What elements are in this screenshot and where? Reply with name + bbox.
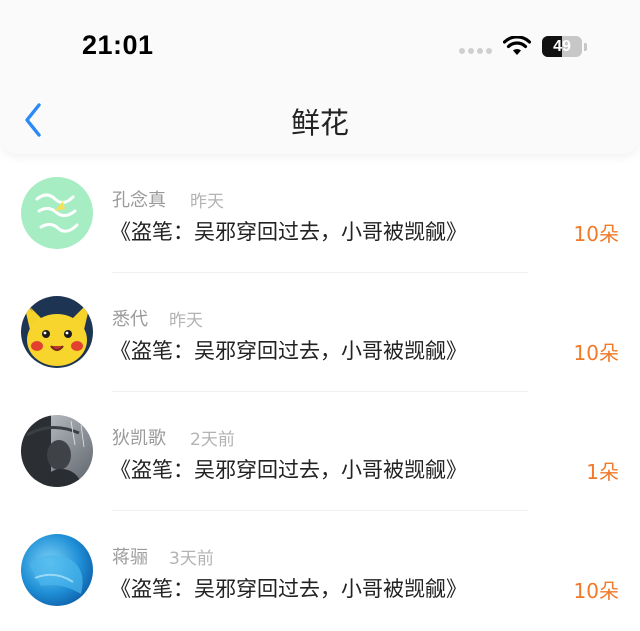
list-item[interactable]: 悉代 昨天 《盗笔：吴邪穿回过去，小哥被觊觎》 10朵 xyxy=(0,273,640,392)
timestamp: 3天前 xyxy=(169,549,214,569)
battery-percent: 49 xyxy=(553,38,571,55)
pikachu-avatar xyxy=(21,296,93,368)
sender-name: 悉代 xyxy=(112,309,148,330)
avatar[interactable] xyxy=(21,177,93,249)
book-title[interactable]: 《盗笔：吴邪穿回过去，小哥被觊觎》 xyxy=(110,216,467,246)
cellular-signal-icon xyxy=(459,48,492,54)
flower-count: 1朵 xyxy=(586,460,619,484)
timestamp: 昨天 xyxy=(169,311,203,331)
status-time: 21:01 xyxy=(82,30,154,60)
book-title[interactable]: 《盗笔：吴邪穿回过去，小哥被觊觎》 xyxy=(110,454,467,484)
timestamp: 昨天 xyxy=(190,192,224,212)
sender-name: 蒋骊 xyxy=(112,547,148,568)
timestamp: 2天前 xyxy=(190,430,235,450)
page-title: 鲜花 xyxy=(290,106,349,140)
list-item[interactable]: 蒋骊 3天前 《盗笔：吴邪穿回过去，小哥被觊觎》 10朵 xyxy=(0,511,640,630)
blue-avatar xyxy=(21,534,93,606)
flower-count: 10朵 xyxy=(573,341,619,365)
mint-avatar xyxy=(21,177,93,249)
book-title[interactable]: 《盗笔：吴邪穿回过去，小哥被觊觎》 xyxy=(110,573,467,603)
list-item[interactable]: 狄凯歌 2天前 《盗笔：吴邪穿回过去，小哥被觊觎》 1朵 xyxy=(0,392,640,511)
list-item[interactable]: 孔念真 昨天 《盗笔：吴邪穿回过去，小哥被觊觎》 10朵 xyxy=(0,154,640,273)
rain-portrait-avatar xyxy=(21,415,93,487)
avatar[interactable] xyxy=(21,296,93,368)
top-bar: 21:01 49 鲜花 xyxy=(0,0,640,154)
avatar[interactable] xyxy=(21,415,93,487)
book-title[interactable]: 《盗笔：吴邪穿回过去，小哥被觊觎》 xyxy=(110,335,467,365)
flower-list: 孔念真 昨天 《盗笔：吴邪穿回过去，小哥被觊觎》 10朵 悉代 昨天 《盗笔：吴… xyxy=(0,154,640,630)
flower-count: 10朵 xyxy=(573,222,619,246)
sender-name: 狄凯歌 xyxy=(112,428,166,449)
flower-count: 10朵 xyxy=(573,579,619,603)
wifi-icon xyxy=(503,36,531,55)
avatar[interactable] xyxy=(21,534,93,606)
battery-cap xyxy=(584,43,587,51)
battery-icon: 49 xyxy=(542,36,582,57)
sender-name: 孔念真 xyxy=(112,190,166,211)
